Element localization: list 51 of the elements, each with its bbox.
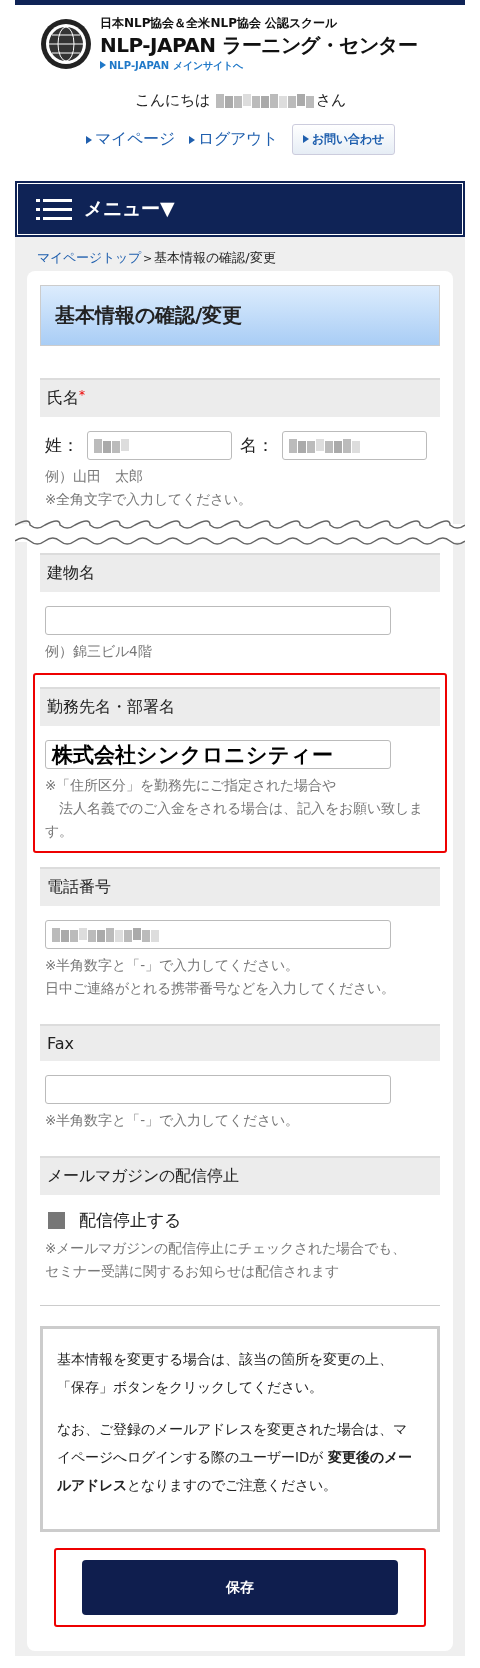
text-field[interactable]: [87, 431, 232, 460]
nav-link[interactable]: ログアウト: [188, 129, 278, 150]
tagline: 日本NLP協会＆全米NLP協会 公認スクール: [100, 15, 339, 32]
breadcrumb-separator: >: [143, 252, 153, 265]
required-mark: *: [79, 388, 85, 402]
save-button[interactable]: 保存: [82, 1560, 398, 1615]
help-text: ※半角数字と「-」で入力してください。: [45, 1111, 301, 1130]
checkbox[interactable]: [48, 1212, 65, 1229]
section-header: Fax: [40, 1024, 440, 1061]
arrow-icon: [85, 136, 92, 144]
help-text: 例）錦三ビル4階: [45, 642, 153, 661]
site-title: NLP-JAPAN ラーニング・センター: [100, 32, 417, 59]
field-label: 姓：: [45, 434, 79, 457]
menu-button[interactable]: メニュー▼: [15, 181, 465, 237]
section-header: 勤務先名・部署名: [40, 687, 440, 726]
arrow-icon: [188, 136, 195, 144]
text-field[interactable]: [45, 920, 391, 949]
blurred-value-drawing: [94, 438, 130, 453]
breadcrumb-link[interactable]: マイページトップ: [37, 250, 141, 265]
field-label: 名：: [240, 434, 274, 457]
contact-button[interactable]: お問い合わせ: [291, 124, 395, 155]
help-text: セミナー受講に関するお知らせは配信されます: [45, 1262, 340, 1281]
text-field[interactable]: [282, 431, 427, 460]
section-header: 氏名*: [40, 378, 440, 417]
menu-icon: [36, 197, 72, 221]
help-text: ※全角文字で入力してください。: [45, 490, 254, 509]
section-header: メールマガジンの配信停止: [40, 1156, 440, 1195]
section-header: 建物名: [40, 553, 440, 592]
breadcrumb-current: 基本情報の確認/変更: [154, 250, 276, 265]
logo-icon: [40, 18, 92, 70]
arrow-icon: [100, 61, 106, 69]
text-field[interactable]: [45, 1075, 391, 1104]
help-text: ※「住所区分」を勤務先にご指定された場合や: [45, 776, 338, 795]
greeting: こんにちは: [134, 91, 210, 110]
greeting-suffix: さん: [315, 91, 346, 110]
checkbox-label: 配信停止する: [79, 1209, 181, 1232]
nav-link[interactable]: マイページ: [85, 129, 175, 150]
text-field[interactable]: [45, 606, 391, 635]
help-text: 例）山田 太郎: [45, 467, 144, 486]
help-text: 日中ご連絡がとれる携帯番号などを入力してください。: [45, 979, 396, 998]
page-title: 基本情報の確認/変更: [40, 285, 440, 346]
arrow-icon: [302, 135, 309, 143]
info-paragraph: なお、ご登録のメールアドレスを変更された場合は、マイページへログインする際のユーザーIDが 変更後のメールアドレスとなりますのでご注意ください。: [57, 1420, 413, 1495]
help-text: 法人名義でのご入金をされる場合は、記入をお願い致します。: [45, 799, 424, 841]
main-site-link[interactable]: NLP-JAPAN メインサイトへ: [100, 59, 417, 73]
help-text: ※半角数字と「-」で入力してください。: [45, 956, 301, 975]
section-header: 電話番号: [40, 867, 440, 906]
blurred-value-drawing: [289, 438, 361, 453]
info-paragraph: 基本情報を変更する場合は、該当の箇所を変更の上、「保存」ボタンをクリックしてください。: [57, 1350, 394, 1397]
text-field[interactable]: 株式会社シンクロニシティー: [45, 740, 391, 769]
help-text: ※メールマガジンの配信停止にチェックされた場合でも、: [45, 1239, 408, 1258]
